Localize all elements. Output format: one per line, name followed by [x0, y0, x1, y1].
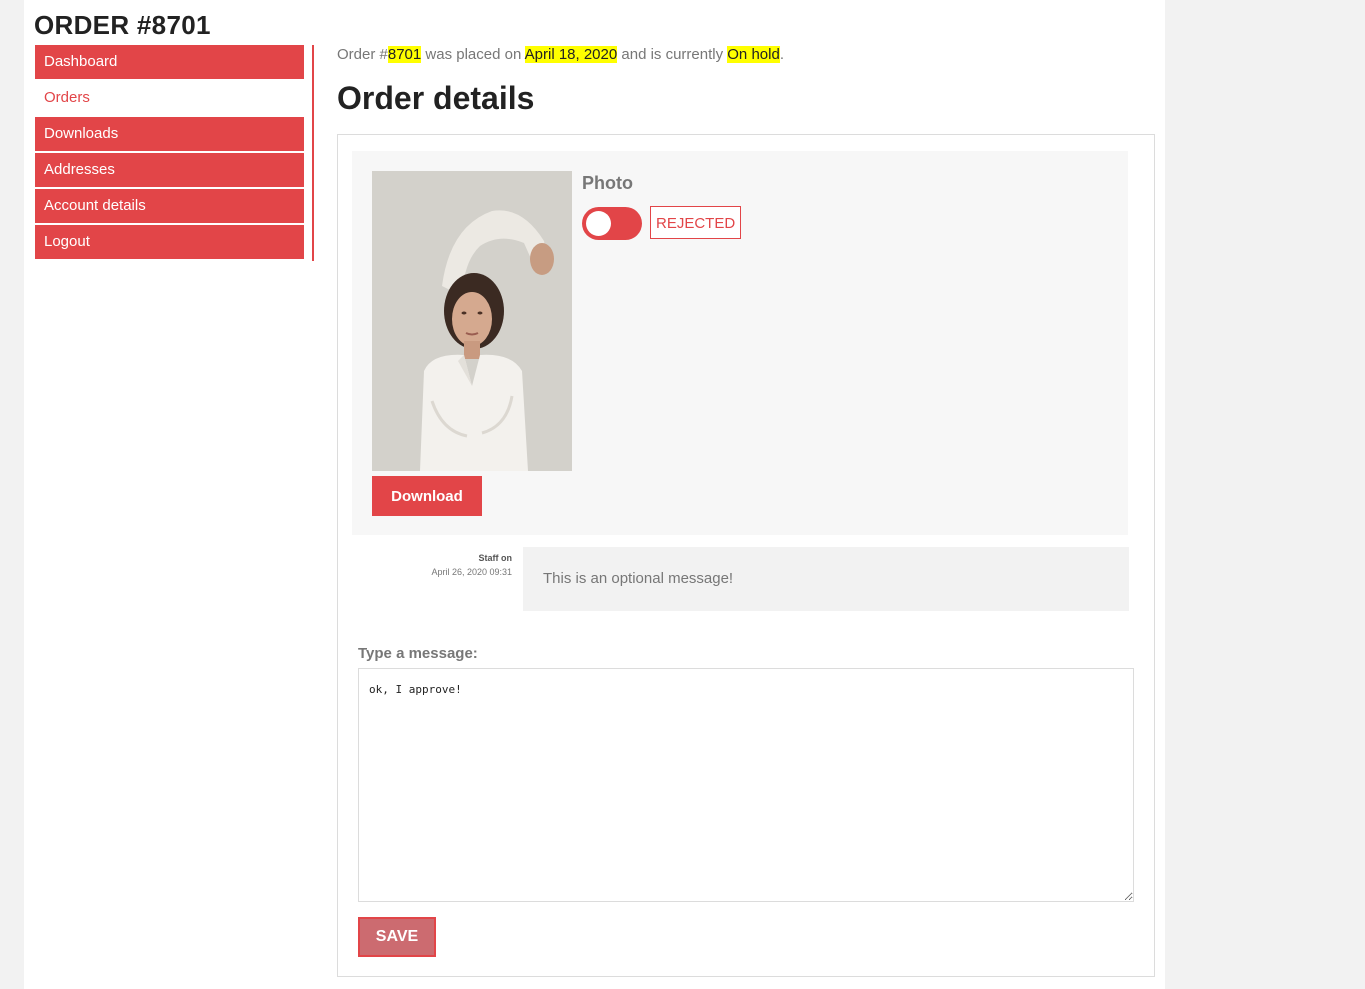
page-container: ORDER #8701 Dashboard Orders Downloads A… [24, 0, 1165, 989]
nav-divider [312, 45, 314, 261]
nav-item-downloads[interactable]: Downloads [35, 117, 304, 151]
order-details-box: Download Photo REJECTED Staff on April 2… [337, 134, 1155, 977]
page-title: ORDER #8701 [34, 10, 211, 40]
message-textarea[interactable]: ok, I approve! [358, 668, 1134, 902]
download-button[interactable]: Download [372, 476, 482, 516]
message-timestamp: April 26, 2020 09:31 [431, 567, 512, 577]
summary-prefix: Order # [337, 46, 388, 63]
photo-label: Photo [582, 173, 633, 193]
message-bubble: This is an optional message! [523, 547, 1129, 611]
nav-item-dashboard[interactable]: Dashboard [35, 45, 304, 79]
message-meta: Staff on April 26, 2020 09:31 [431, 551, 512, 579]
toggle-switch-icon[interactable] [582, 207, 642, 240]
status-badge: REJECTED [650, 206, 742, 239]
summary-order-number: 8701 [387, 46, 422, 63]
summary-status: On hold [727, 46, 780, 63]
message-input-label: Type a message: [358, 645, 478, 662]
save-button[interactable]: SAVE [358, 917, 436, 957]
nav-item-logout[interactable]: Logout [35, 225, 304, 259]
nav-item-account-details[interactable]: Account details [35, 189, 304, 223]
order-details-heading: Order details [337, 80, 535, 116]
summary-suffix: . [779, 46, 784, 63]
photo-panel: Download Photo REJECTED [352, 151, 1128, 535]
summary-placed-text: was placed on [421, 46, 525, 63]
toggle-knob [586, 211, 611, 236]
nav-item-addresses[interactable]: Addresses [35, 153, 304, 187]
order-summary: Order #8701 was placed on April 18, 2020… [337, 46, 784, 63]
message-author: Staff on [478, 553, 513, 563]
summary-date: April 18, 2020 [524, 46, 618, 63]
account-navigation: Dashboard Orders Downloads Addresses Acc… [35, 45, 304, 261]
summary-status-text: and is currently [617, 46, 728, 63]
photo-image [372, 171, 572, 471]
nav-item-orders[interactable]: Orders [35, 81, 304, 115]
product-photo [372, 171, 572, 471]
